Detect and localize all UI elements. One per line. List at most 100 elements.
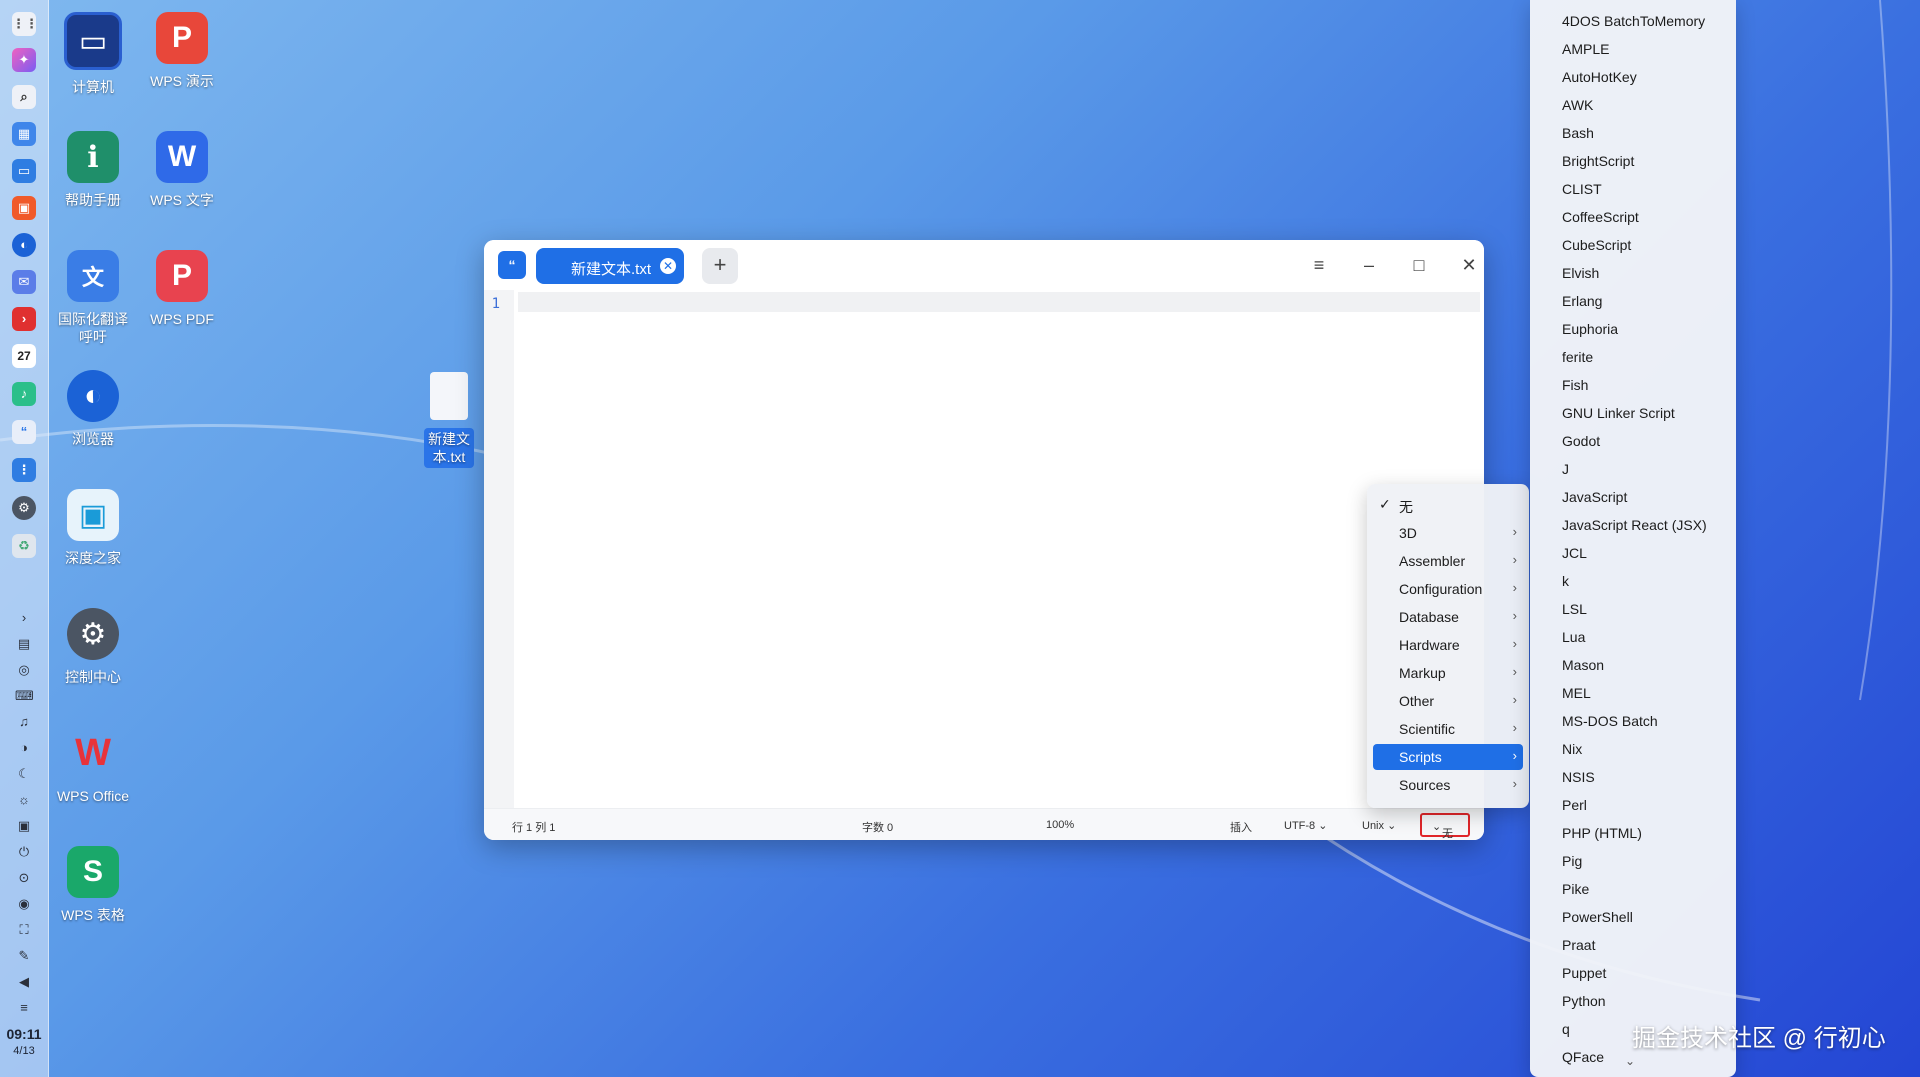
- calendar-icon[interactable]: 27: [12, 344, 36, 368]
- search-icon[interactable]: ⌕: [12, 85, 36, 109]
- menu-item-assembler[interactable]: Assembler ›: [1373, 548, 1523, 574]
- volume-icon[interactable]: ◀: [15, 973, 33, 991]
- menu-item-3d[interactable]: 3D ›: [1373, 520, 1523, 546]
- submenu-item[interactable]: Godot: [1562, 427, 1600, 455]
- desktop-icon-control-center[interactable]: ⚙ 控制中心: [49, 608, 137, 686]
- menu-item-scripts[interactable]: Scripts ›: [1373, 744, 1523, 770]
- desktop-icon-browser[interactable]: ◐ 浏览器: [49, 370, 137, 448]
- clipboard-icon[interactable]: ▤: [15, 635, 33, 653]
- submenu-item[interactable]: PowerShell: [1562, 903, 1633, 931]
- text-editing-area[interactable]: [514, 290, 1484, 808]
- desktop-icon-translation[interactable]: 文 国际化翻译 呼吁: [49, 250, 137, 346]
- display-icon[interactable]: ▣: [15, 817, 33, 835]
- clock-time[interactable]: 09:11: [0, 1026, 48, 1042]
- keyboard-icon[interactable]: ⌨: [15, 687, 34, 705]
- line-ending-selector[interactable]: Unix ⌄: [1362, 819, 1396, 832]
- menu-item-other[interactable]: Other ›: [1373, 688, 1523, 714]
- music-icon[interactable]: ♪: [12, 382, 36, 406]
- submenu-item[interactable]: PHP (HTML): [1562, 819, 1642, 847]
- submenu-item[interactable]: JavaScript React (JSX): [1562, 511, 1707, 539]
- tab-close-icon[interactable]: ✕: [660, 258, 676, 274]
- desktop-file-new-text[interactable]: 新建文 本.txt: [405, 372, 493, 468]
- desktop-icon-computer[interactable]: ▭ 计算机: [49, 12, 137, 96]
- desktop-icon-wps-office[interactable]: W WPS Office: [49, 727, 137, 805]
- multitask-icon[interactable]: ▦: [12, 122, 36, 146]
- download-icon[interactable]: ⊙: [15, 869, 33, 887]
- night-mode-icon[interactable]: ☾: [15, 765, 33, 783]
- terminal-icon[interactable]: ›: [12, 307, 36, 331]
- settings-icon[interactable]: ⚙: [12, 496, 36, 520]
- desktop-icon-wps-spreadsheet[interactable]: S WPS 表格: [49, 846, 137, 924]
- remote-icon[interactable]: ⋮: [12, 458, 36, 482]
- desktop-icon-help-manual[interactable]: ℹ 帮助手册: [49, 131, 137, 209]
- submenu-item[interactable]: Puppet: [1562, 959, 1606, 987]
- submenu-item[interactable]: Mason: [1562, 651, 1604, 679]
- control-toggle-icon[interactable]: ≡: [15, 999, 33, 1017]
- submenu-item[interactable]: JCL: [1562, 539, 1587, 567]
- desktop-icon-wps-presentation[interactable]: P WPS 演示: [138, 12, 226, 90]
- submenu-item[interactable]: Python: [1562, 987, 1606, 1015]
- menu-item-database[interactable]: Database ›: [1373, 604, 1523, 630]
- submenu-item[interactable]: NSIS: [1562, 763, 1595, 791]
- submenu-item[interactable]: AMPLE: [1562, 35, 1609, 63]
- browser-icon[interactable]: ◐: [12, 233, 36, 257]
- menu-item-sources[interactable]: Sources ›: [1373, 772, 1523, 798]
- power-icon[interactable]: ⏻: [15, 843, 33, 861]
- zoom-level[interactable]: 100%: [1046, 819, 1074, 831]
- close-icon[interactable]: ✕: [1456, 252, 1482, 278]
- mail-icon[interactable]: ✉: [12, 270, 36, 294]
- submenu-item[interactable]: GNU Linker Script: [1562, 399, 1675, 427]
- trash-icon[interactable]: ♻: [12, 534, 36, 558]
- app-store-icon[interactable]: ▣: [12, 196, 36, 220]
- submenu-item[interactable]: QFace: [1562, 1043, 1604, 1071]
- menu-item-none[interactable]: ✓ 无: [1373, 492, 1523, 518]
- insert-mode[interactable]: 插入: [1230, 819, 1252, 835]
- submenu-item[interactable]: Praat: [1562, 931, 1595, 959]
- menu-item-scientific[interactable]: Scientific ›: [1373, 716, 1523, 742]
- submenu-item[interactable]: Euphoria: [1562, 315, 1618, 343]
- submenu-item[interactable]: Elvish: [1562, 259, 1599, 287]
- scroll-down-icon[interactable]: ⌄: [1625, 1054, 1635, 1068]
- submenu-item[interactable]: BrightScript: [1562, 147, 1634, 175]
- brightness-icon[interactable]: ☼: [15, 791, 33, 809]
- submenu-item[interactable]: CoffeeScript: [1562, 203, 1639, 231]
- submenu-item[interactable]: k: [1562, 567, 1569, 595]
- submenu-item[interactable]: Erlang: [1562, 287, 1602, 315]
- expand-tray-icon[interactable]: ›: [15, 609, 33, 627]
- menu-icon[interactable]: ≡: [1306, 252, 1332, 278]
- new-tab-button[interactable]: +: [702, 248, 738, 284]
- submenu-item[interactable]: 4DOS BatchToMemory: [1562, 7, 1705, 35]
- text-editor-icon[interactable]: “: [12, 420, 36, 444]
- submenu-item[interactable]: ferite: [1562, 343, 1593, 371]
- network-icon[interactable]: ◎: [15, 661, 33, 679]
- highlight-selector-button[interactable]: 无 ⌄: [1420, 813, 1470, 840]
- menu-item-markup[interactable]: Markup ›: [1373, 660, 1523, 686]
- tab-new-text-file[interactable]: 新建文本.txt ✕: [536, 248, 684, 284]
- submenu-item[interactable]: Lua: [1562, 623, 1585, 651]
- submenu-item[interactable]: Pig: [1562, 847, 1582, 875]
- theme-icon[interactable]: ◑: [15, 739, 33, 757]
- launcher-icon[interactable]: ⋮⋮: [12, 12, 38, 36]
- desktop-icon-deepin-home[interactable]: ▣ 深度之家: [49, 489, 137, 567]
- submenu-item[interactable]: LSL: [1562, 595, 1587, 623]
- submenu-item[interactable]: AutoHotKey: [1562, 63, 1637, 91]
- clock-date[interactable]: 4/13: [0, 1045, 48, 1057]
- notification-bell-icon[interactable]: ♫: [15, 713, 33, 731]
- submenu-item[interactable]: Pike: [1562, 875, 1589, 903]
- pen-icon[interactable]: ✎: [15, 947, 33, 965]
- desktop-icon-wps-writer[interactable]: W WPS 文字: [138, 131, 226, 209]
- submenu-item[interactable]: Nix: [1562, 735, 1582, 763]
- desktop-icon-wps-pdf[interactable]: P WPS PDF: [138, 250, 226, 328]
- minimize-icon[interactable]: –: [1356, 252, 1382, 278]
- file-manager-icon[interactable]: ▭: [12, 159, 36, 183]
- submenu-item[interactable]: J: [1562, 455, 1569, 483]
- menu-item-hardware[interactable]: Hardware ›: [1373, 632, 1523, 658]
- submenu-item[interactable]: Fish: [1562, 371, 1588, 399]
- submenu-item[interactable]: MEL: [1562, 679, 1591, 707]
- submenu-item[interactable]: MS-DOS Batch: [1562, 707, 1658, 735]
- submenu-item[interactable]: Perl: [1562, 791, 1587, 819]
- submenu-item[interactable]: Bash: [1562, 119, 1594, 147]
- screenshot-icon[interactable]: ⛶: [15, 921, 33, 939]
- ai-assistant-icon[interactable]: ✦: [12, 48, 36, 72]
- submenu-item[interactable]: AWK: [1562, 91, 1593, 119]
